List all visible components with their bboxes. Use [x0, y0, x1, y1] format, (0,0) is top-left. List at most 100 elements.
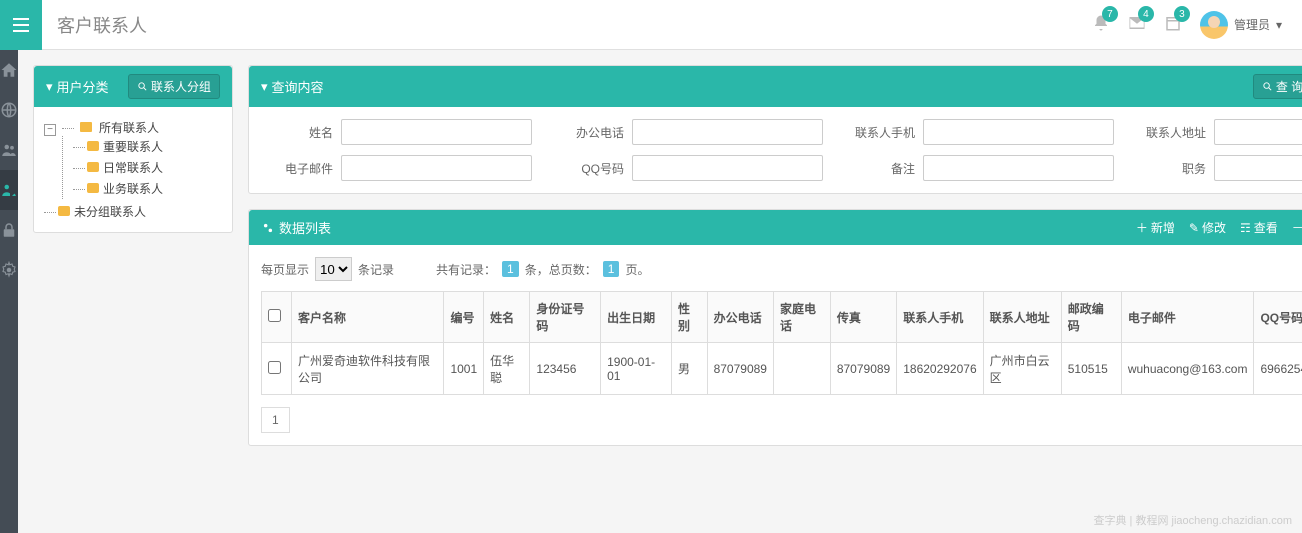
list-panel: 数据列表 ＋新增 ✎修改 ☶查看 －删除 ⟳刷新 ⛶ 每页显示 10: [248, 209, 1302, 446]
cell-fax: 87079089: [830, 343, 896, 395]
tree-item[interactable]: 业务联系人: [103, 182, 163, 196]
total-prefix: 共有记录：: [436, 261, 496, 278]
row-checkbox[interactable]: [268, 361, 281, 374]
category-title: ▾ 用户分类: [46, 77, 109, 96]
tree-item[interactable]: 重要联系人: [103, 140, 163, 154]
label-remark: 备注: [843, 160, 915, 177]
hamburger-icon: [13, 18, 29, 32]
col-customer: 客户名称: [292, 292, 444, 343]
notif-calendar[interactable]: 3: [1164, 14, 1182, 35]
label-office-phone: 办公电话: [552, 124, 624, 141]
list-title: 数据列表: [261, 218, 331, 237]
cell-mobile: 18620292076: [897, 343, 983, 395]
select-all-checkbox[interactable]: [268, 309, 281, 322]
cogs-icon: [261, 221, 275, 235]
nav-lock[interactable]: [0, 210, 18, 250]
cell-postcode: 510515: [1061, 343, 1121, 395]
person-icon: [87, 162, 99, 172]
col-idcard: 身份证号码: [530, 292, 601, 343]
col-postcode: 邮政编码: [1061, 292, 1121, 343]
table-row: 广州爱奇迪软件科技有限公司 1001 伍华聪 123456 1900-01-01…: [262, 343, 1302, 395]
menu-toggle[interactable]: [0, 0, 42, 50]
per-page-select[interactable]: 10: [315, 257, 352, 281]
minus-icon: －: [1292, 219, 1302, 236]
home-icon: [0, 61, 18, 79]
badge: 7: [1102, 6, 1118, 22]
list-icon: ☶: [1240, 221, 1251, 235]
query-title: ▾ 查询内容: [261, 77, 324, 96]
input-name[interactable]: [341, 119, 532, 145]
cell-office-phone: 87079089: [707, 343, 773, 395]
input-qq[interactable]: [632, 155, 823, 181]
nav-home[interactable]: [0, 50, 18, 90]
nav-users[interactable]: [0, 130, 18, 170]
input-office-phone[interactable]: [632, 119, 823, 145]
data-table: 客户名称 编号 姓名 身份证号码 出生日期 性别 办公电话 家庭电话 传真 联系…: [261, 291, 1302, 395]
notif-mail[interactable]: 4: [1128, 14, 1146, 35]
chevron-down-icon: ▾: [1276, 18, 1282, 32]
cell-no: 1001: [444, 343, 484, 395]
input-address[interactable]: [1214, 119, 1302, 145]
cell-customer: 广州爱奇迪软件科技有限公司: [292, 343, 444, 395]
cell-home-phone: [773, 343, 830, 395]
col-birthday: 出生日期: [601, 292, 672, 343]
col-qq: QQ号码: [1254, 292, 1302, 343]
left-nav: [0, 50, 18, 533]
users-icon: [0, 141, 18, 159]
per-page-suffix: 条记录: [358, 261, 394, 278]
nav-contacts[interactable]: [0, 170, 18, 210]
input-mobile[interactable]: [923, 119, 1114, 145]
col-gender: 性别: [671, 292, 707, 343]
delete-button[interactable]: －删除: [1292, 219, 1302, 236]
per-page-prefix: 每页显示: [261, 261, 309, 278]
folder-icon: [80, 122, 92, 132]
watermark: 查字典 | 教程网 jiaocheng.chazidian.com: [1094, 512, 1293, 528]
label-name: 姓名: [261, 124, 333, 141]
gear-icon: [0, 261, 18, 279]
tree-root[interactable]: 所有联系人: [99, 121, 159, 135]
nav-settings[interactable]: [0, 250, 18, 290]
user-menu[interactable]: 管理员 ▾: [1200, 11, 1282, 39]
category-panel: ▾ 用户分类 联系人分组 − 所有联系人: [33, 65, 233, 233]
globe-icon: [0, 101, 18, 119]
col-office-phone: 办公电话: [707, 292, 773, 343]
col-fax: 传真: [830, 292, 896, 343]
page-1[interactable]: 1: [261, 407, 290, 433]
contact-group-button[interactable]: 联系人分组: [128, 74, 220, 99]
cell-address: 广州市白云区: [983, 343, 1061, 395]
avatar-icon: [1200, 11, 1228, 39]
filter-icon: ▾: [261, 79, 268, 95]
contacts-icon: [0, 181, 18, 199]
input-remark[interactable]: [923, 155, 1114, 181]
nav-globe[interactable]: [0, 90, 18, 130]
badge: 4: [1138, 6, 1154, 22]
add-button[interactable]: ＋新增: [1136, 219, 1175, 236]
tree-toggle[interactable]: −: [44, 124, 56, 136]
search-button[interactable]: 查 询: [1253, 74, 1302, 99]
notif-bell[interactable]: 7: [1092, 14, 1110, 35]
cell-email: wuhuacong@163.com: [1121, 343, 1254, 395]
input-email[interactable]: [341, 155, 532, 181]
col-mobile: 联系人手机: [897, 292, 983, 343]
search-icon: [137, 81, 148, 92]
label-position: 职务: [1134, 160, 1206, 177]
tree-item[interactable]: 日常联系人: [103, 161, 163, 175]
person-icon: [87, 183, 99, 193]
tree-ungrouped[interactable]: 未分组联系人: [74, 205, 146, 219]
label-address: 联系人地址: [1134, 124, 1206, 141]
total-mid: 条，总页数：: [525, 261, 597, 278]
col-address: 联系人地址: [983, 292, 1061, 343]
user-label: 管理员: [1234, 16, 1270, 33]
cell-gender: 男: [671, 343, 707, 395]
cell-idcard: 123456: [530, 343, 601, 395]
col-home-phone: 家庭电话: [773, 292, 830, 343]
total-count: 1: [502, 261, 519, 277]
search-icon: [1262, 81, 1273, 92]
col-no: 编号: [444, 292, 484, 343]
cell-name: 伍华聪: [484, 343, 530, 395]
edit-button[interactable]: ✎修改: [1189, 219, 1226, 236]
view-button[interactable]: ☶查看: [1240, 219, 1278, 236]
filter-icon: ▾: [46, 79, 53, 95]
input-position[interactable]: [1214, 155, 1302, 181]
pencil-icon: ✎: [1189, 221, 1199, 235]
